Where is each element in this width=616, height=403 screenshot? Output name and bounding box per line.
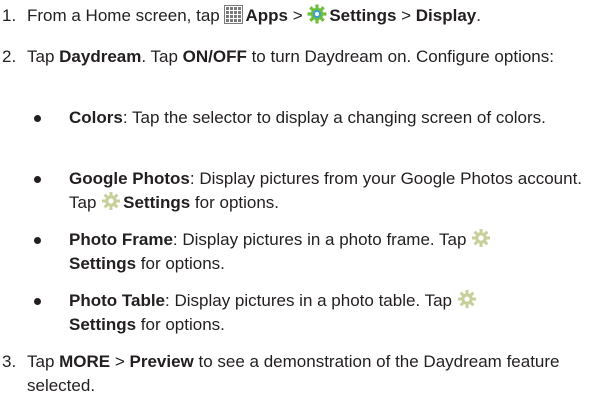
- settings-gear-icon: [457, 289, 477, 309]
- bullet-term: Google Photos: [69, 169, 190, 188]
- list-item: Google Photos: Display pictures from you…: [0, 167, 612, 215]
- step-text: From a Home screen, tap Apps > Settings …: [27, 4, 481, 25]
- settings-label: Settings: [123, 193, 191, 212]
- bullet-dot: [34, 115, 41, 122]
- display-label: Display: [415, 6, 477, 25]
- onoff-label: ON/OFF: [182, 47, 247, 66]
- more-label: MORE: [59, 352, 111, 371]
- step-text: Tap Daydream. Tap ON/OFF to turn Daydrea…: [27, 47, 554, 66]
- step-2: 2. Tap Daydream. Tap ON/OFF to turn Dayd…: [0, 45, 612, 69]
- settings-label: Settings: [329, 6, 397, 25]
- bullet-dot: [34, 298, 41, 305]
- step-number: 1.: [2, 6, 17, 25]
- step-text: Tap MORE > Preview to see a demonstratio…: [27, 352, 560, 395]
- list-item: Photo Table: Display pictures in a photo…: [0, 289, 612, 337]
- apps-label: Apps: [245, 6, 288, 25]
- step-3: 3. Tap MORE > Preview to see a demonstra…: [0, 350, 612, 398]
- preview-label: Preview: [129, 352, 194, 371]
- settings-gear-icon: [471, 228, 491, 248]
- step-number: 3.: [2, 352, 17, 371]
- list-item: Photo Frame: Display pictures in a photo…: [0, 228, 612, 276]
- bullet-dot: [34, 237, 41, 244]
- settings-gear-icon: [307, 4, 327, 24]
- settings-gear-icon: [101, 191, 121, 211]
- bullet-dot: [34, 176, 41, 183]
- settings-label: Settings: [69, 254, 137, 273]
- daydream-label: Daydream: [59, 47, 142, 66]
- list-item: Colors: Tap the selector to display a ch…: [0, 106, 612, 130]
- apps-grid-icon: [224, 5, 244, 24]
- step-number: 2.: [2, 47, 17, 66]
- bullet-term: Photo Table: [69, 291, 166, 310]
- bullet-term: Photo Frame: [69, 230, 173, 249]
- bullet-term: Colors: [69, 108, 123, 127]
- step-1: 1. From a Home screen, tap Apps > Settin…: [0, 4, 612, 28]
- settings-label: Settings: [69, 315, 137, 334]
